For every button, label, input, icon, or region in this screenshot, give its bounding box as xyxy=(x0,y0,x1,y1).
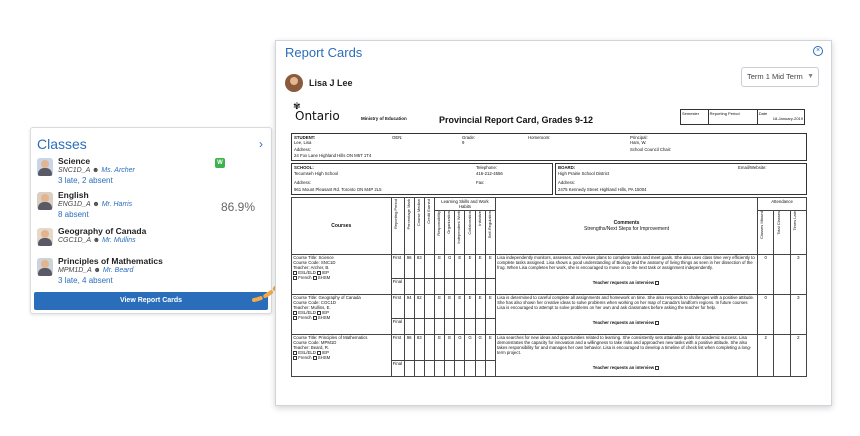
ontario-logo: ✾ Ontario xyxy=(293,102,340,123)
student-name: Lisa J Lee xyxy=(309,78,353,88)
period-label: Reporting Period xyxy=(709,110,758,124)
comments-sub: Strengths/Next Steps for Improvement xyxy=(583,225,670,232)
date-label: Date xyxy=(758,111,768,116)
course-row: Course Title: Science Course Code: SNC1D T… xyxy=(291,253,808,295)
trillium-icon: ✾ xyxy=(293,102,301,112)
telephone-value: 416-212-4556 xyxy=(476,171,503,176)
term-select-value: Term 1 Mid Term xyxy=(747,72,803,81)
student-row: Lisa J Lee xyxy=(285,74,353,92)
chevron-down-icon: ▼ xyxy=(807,73,814,80)
semester-label: Semester xyxy=(681,110,709,124)
teacher-icon: ☻ xyxy=(93,267,101,274)
school-label: SCHOOL: xyxy=(294,165,314,170)
date-value: 18-January-2019 xyxy=(772,116,804,121)
view-report-cards-button[interactable]: View Report Cards xyxy=(34,292,268,310)
semester-box: Semester Reporting Period Date 18-January… xyxy=(680,109,805,125)
class-code: SNC1D_A xyxy=(58,167,91,174)
board-box: BOARD: High Prairie School District Addr… xyxy=(555,163,807,195)
class-item-geography[interactable]: Geography of Canada CGC1D_A ☻ Mr. Mullin… xyxy=(37,226,265,260)
term-select[interactable]: Term 1 Mid Term ▼ xyxy=(741,67,819,87)
class-name: Science xyxy=(58,156,91,166)
course-row: Course Title: Principles of Mathematics C… xyxy=(291,333,808,377)
class-code: ENG1D_A xyxy=(58,201,91,208)
class-item-math[interactable]: Principles of Mathematics MPM1D_A ☻ Mr. … xyxy=(37,256,265,290)
student-avatar xyxy=(285,74,303,92)
teacher-link[interactable]: Mr. Mullins xyxy=(102,237,136,244)
teacher-icon: ☻ xyxy=(92,201,100,208)
principal-value: Ham, W. xyxy=(630,140,647,145)
attendance-status: 3 late, 2 absent xyxy=(58,176,113,185)
council-label: School Council Chair: xyxy=(630,147,672,152)
board-address-value: 2475 Kennedy Street Highland Hills, PA 1… xyxy=(558,187,647,192)
modal-title: Report Cards xyxy=(285,45,363,60)
email-label: Email/Website: xyxy=(738,165,767,170)
board-address-label: Address: xyxy=(558,180,575,185)
ministry-label: Ministry of Education xyxy=(361,116,407,121)
report-cards-modal: Report Cards × Lisa J Lee Term 1 Mid Ter… xyxy=(275,40,832,406)
class-name: Principles of Mathematics xyxy=(58,256,163,266)
course-row: Course Title: Geography of Canada Course … xyxy=(291,293,808,335)
class-grade: 86.9% xyxy=(220,200,255,214)
class-item-english[interactable]: English ENG1D_A ☻ Mr. Harris 8 absent 86… xyxy=(37,190,265,224)
oen-label: OEN: xyxy=(392,135,403,140)
teacher-avatar xyxy=(37,158,53,176)
student-value: Lee, Lisa xyxy=(294,140,312,145)
attendance-header: Attendance xyxy=(757,197,807,211)
address-value: 24 Fox Lane Highland Hills ON M5T 1T4 xyxy=(294,153,372,158)
teacher-link[interactable]: Mr. Beard xyxy=(103,267,133,274)
close-icon[interactable]: × xyxy=(813,46,823,56)
grade-value: 9 xyxy=(462,140,465,145)
school-value: Tecumseh High School xyxy=(294,171,338,176)
classes-header: Classes › xyxy=(37,134,263,154)
school-box: SCHOOL: Tecumseh High School Address: 96… xyxy=(291,163,553,195)
classes-title: Classes xyxy=(37,136,87,152)
telephone-label: Telephone: xyxy=(476,165,498,170)
class-item-science[interactable]: Science SNC1D_A ☻ Ms. Archer 3 late, 2 a… xyxy=(37,156,265,190)
school-address-value: 961 Mount Pleasant Rd. Toronto ON M4P 2L… xyxy=(294,187,382,192)
class-code: CGC1D_A xyxy=(58,237,91,244)
student-info-box: STUDENT: Lee, Lisa OEN: Grade: 9 Homeroo… xyxy=(291,133,807,161)
teacher-icon: ☻ xyxy=(92,237,101,244)
status-badge: W xyxy=(215,158,225,168)
document-heading: Provincial Report Card, Grades 9-12 xyxy=(439,115,594,125)
homeroom-label: Homeroom: xyxy=(528,135,551,140)
report-card-document: ✾ Ontario Ministry of Education Provincia… xyxy=(289,102,809,403)
classes-card: Classes › Science SNC1D_A ☻ Ms. Archer 3… xyxy=(30,127,272,314)
address-label: Address: xyxy=(294,147,311,152)
attendance-status: 3 late, 4 absent xyxy=(58,276,113,285)
courses-header: Courses xyxy=(291,197,392,255)
teacher-link[interactable]: Ms. Archer xyxy=(101,167,135,174)
marks-table: Courses Reporting Period Percentage Mark… xyxy=(291,197,808,377)
chevron-right-icon[interactable]: › xyxy=(259,137,263,151)
teacher-icon: ☻ xyxy=(91,167,100,174)
class-name: Geography of Canada xyxy=(58,226,147,236)
learning-skills-header: Learning Skills and Work Habits xyxy=(433,197,496,211)
board-label: BOARD: xyxy=(558,165,576,170)
class-code: MPM1D_A xyxy=(58,267,92,274)
class-name: English xyxy=(58,190,89,200)
teacher-link[interactable]: Mr. Harris xyxy=(102,201,132,208)
teacher-avatar xyxy=(37,192,53,210)
board-value: High Prairie School District xyxy=(558,171,610,176)
fax-label: Fax: xyxy=(476,180,485,185)
school-address-label: Address: xyxy=(294,180,311,185)
teacher-avatar xyxy=(37,258,53,276)
teacher-avatar xyxy=(37,228,53,246)
